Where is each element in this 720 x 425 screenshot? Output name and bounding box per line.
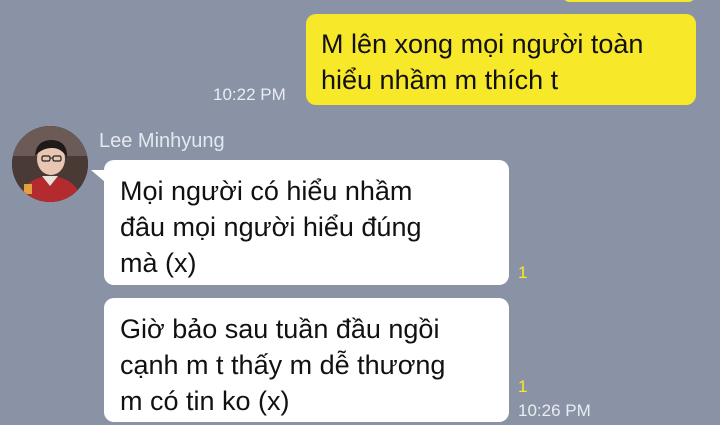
unread-count: 1	[518, 263, 528, 282]
profile-photo-icon	[12, 126, 88, 202]
incoming-message-bubble[interactable]: Mọi người có hiểu nhầm đâu mọi người hiể…	[104, 160, 509, 285]
unread-count: 1	[518, 377, 528, 396]
bubble-tail	[91, 170, 105, 182]
avatar[interactable]	[12, 126, 88, 202]
message-timestamp: 10:26 PM	[518, 401, 591, 420]
previous-message-bubble[interactable]	[562, 0, 696, 2]
chat-thread[interactable]: M lên xong mọi người toàn hiểu nhầm m th…	[0, 0, 720, 425]
outgoing-message-bubble[interactable]: M lên xong mọi người toàn hiểu nhầm m th…	[306, 14, 696, 105]
sender-name: Lee Minhyung	[99, 130, 225, 152]
message-timestamp: 10:22 PM	[213, 85, 286, 104]
incoming-message-bubble[interactable]: Giờ bảo sau tuần đầu ngồi cạnh m t thấy …	[104, 298, 509, 422]
